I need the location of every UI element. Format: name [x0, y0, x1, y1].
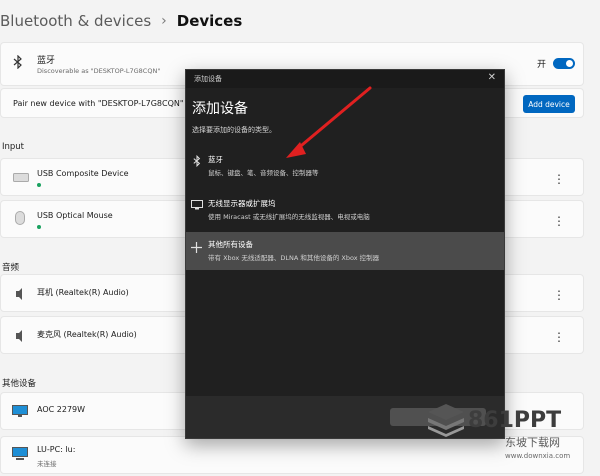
dialog-heading: 添加设备	[192, 101, 248, 117]
add-device-button[interactable]: Add device	[523, 95, 575, 113]
keyboard-icon	[13, 173, 29, 182]
close-icon[interactable]: ✕	[488, 72, 496, 83]
breadcrumb: Bluetooth & devices › Devices	[0, 10, 242, 32]
display-icon	[191, 200, 203, 210]
dialog-subheading: 选择要添加的设备的类型。	[192, 126, 276, 134]
section-audio: 音频	[2, 263, 20, 273]
device-name: USB Composite Device	[37, 169, 129, 178]
section-other: 其他设备	[2, 379, 37, 389]
watermark-url: www.downxia.com	[505, 452, 571, 460]
dialog-window-title: 添加设备	[194, 75, 222, 83]
pc-icon	[12, 447, 28, 460]
breadcrumb-separator: ›	[161, 13, 167, 29]
option-title: 无线显示器或扩展坞	[208, 199, 276, 208]
watermark-text: 东坡下载网	[505, 436, 560, 449]
option-everything-else[interactable]: 其他所有设备 带有 Xbox 无线适配器、DLNA 和其他设备的 Xbox 控制…	[186, 232, 504, 270]
speaker-icon	[16, 288, 22, 300]
more-options-button[interactable]: ⋮	[553, 289, 565, 301]
more-options-button[interactable]: ⋮	[553, 215, 565, 227]
option-desc: 带有 Xbox 无线适配器、DLNA 和其他设备的 Xbox 控制器	[208, 254, 380, 262]
device-row[interactable]: LU-PC: lu: 未连接	[0, 436, 584, 474]
device-status: 未连接	[37, 460, 57, 468]
monitor-icon	[12, 405, 28, 417]
page-title: Devices	[176, 12, 243, 30]
plus-icon	[191, 242, 202, 253]
bluetooth-toggle-label: 开	[537, 60, 547, 70]
watermark-logo-icon	[428, 404, 464, 437]
watermark-brand: 861PPT	[468, 408, 562, 433]
dialog-titlebar	[186, 70, 504, 88]
status-dot	[37, 183, 41, 187]
device-name: AOC 2279W	[37, 405, 86, 414]
more-options-button[interactable]: ⋮	[553, 173, 565, 185]
mouse-icon	[15, 211, 25, 225]
pair-text: Pair new device with "DESKTOP-L7G8CQN"	[13, 99, 184, 108]
option-bluetooth[interactable]: 蓝牙 鼠标、键盘、笔、音频设备、控制器等	[186, 148, 504, 184]
breadcrumb-parent[interactable]: Bluetooth & devices	[0, 12, 151, 30]
device-name: USB Optical Mouse	[37, 211, 113, 220]
device-name: 耳机 (Realtek(R) Audio)	[37, 288, 129, 297]
bluetooth-icon	[193, 155, 201, 167]
option-desc: 鼠标、键盘、笔、音频设备、控制器等	[208, 169, 319, 177]
device-name: 麦克风 (Realtek(R) Audio)	[37, 330, 137, 339]
more-options-button[interactable]: ⋮	[553, 331, 565, 343]
add-device-dialog: 添加设备 ✕ 添加设备 选择要添加的设备的类型。 蓝牙 鼠标、键盘、笔、音频设备…	[185, 69, 505, 439]
section-input: Input	[2, 142, 25, 152]
bluetooth-icon	[13, 55, 22, 69]
option-desc: 使用 Miracast 或无线扩展坞的无线监视器、电视或电脑	[208, 213, 370, 221]
option-title: 蓝牙	[208, 155, 223, 164]
device-name: LU-PC: lu:	[37, 445, 76, 454]
bluetooth-title: 蓝牙	[37, 56, 56, 66]
bluetooth-toggle[interactable]	[553, 58, 575, 69]
bluetooth-subtitle: Discoverable as "DESKTOP-L7G8CQN"	[37, 67, 161, 75]
option-wireless-display[interactable]: 无线显示器或扩展坞 使用 Miracast 或无线扩展坞的无线监视器、电视或电脑	[186, 192, 504, 228]
option-title: 其他所有设备	[208, 240, 253, 249]
speaker-icon	[16, 330, 22, 342]
status-dot	[37, 225, 41, 229]
